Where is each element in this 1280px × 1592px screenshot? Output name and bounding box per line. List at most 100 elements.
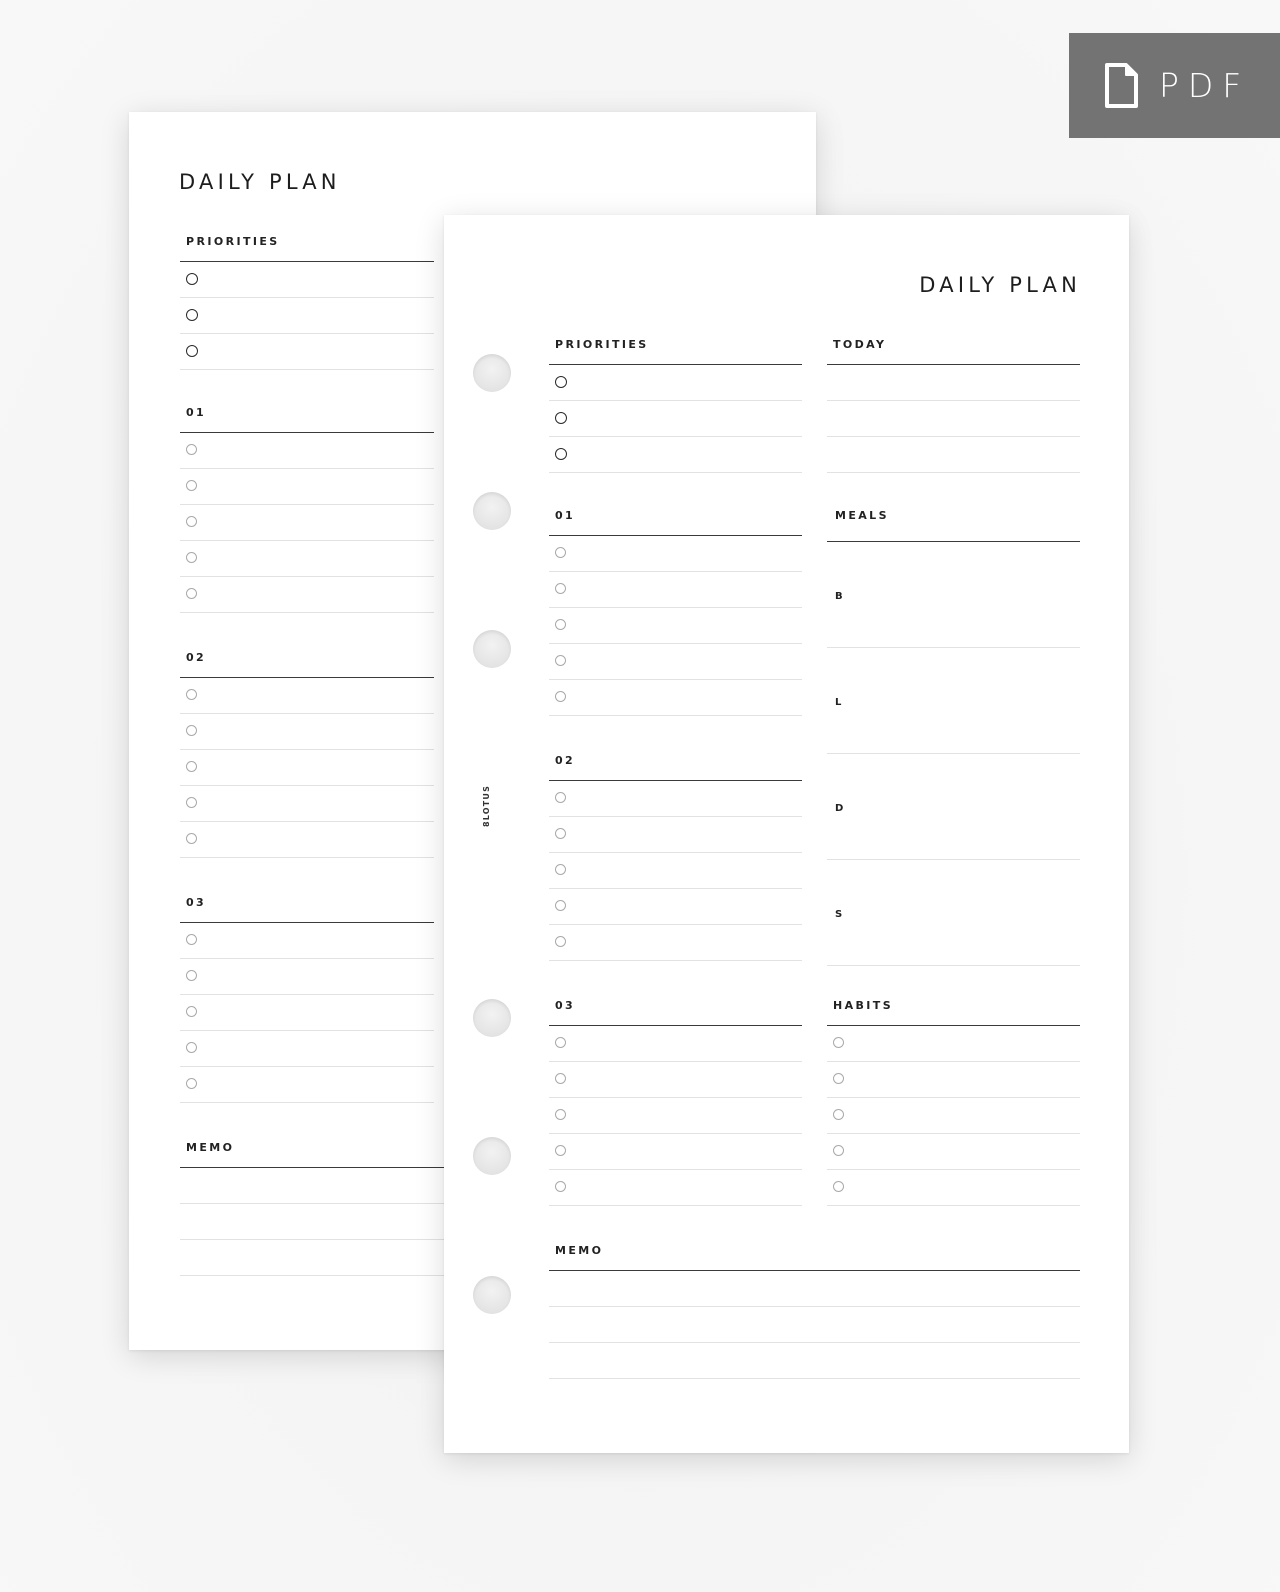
list-row[interactable] [180, 958, 434, 994]
checkbox-circle-icon[interactable] [186, 725, 197, 736]
checkbox-circle-icon[interactable] [555, 376, 567, 388]
checkbox-circle-icon[interactable] [555, 1037, 566, 1048]
list-row[interactable] [827, 1061, 1080, 1097]
list-row[interactable] [180, 432, 434, 468]
checkbox-circle-icon[interactable] [555, 691, 566, 702]
checkbox-circle-icon[interactable] [555, 936, 566, 947]
list-row[interactable] [180, 785, 434, 821]
row-line [827, 1205, 1080, 1206]
list-row[interactable] [827, 436, 1080, 472]
list-row[interactable] [549, 364, 802, 400]
checkbox-circle-icon[interactable] [186, 970, 197, 981]
list-row[interactable] [180, 333, 434, 369]
checkbox-circle-icon[interactable] [555, 792, 566, 803]
checkbox-circle-icon[interactable] [186, 689, 197, 700]
list-row[interactable] [827, 364, 1080, 400]
list-row[interactable] [549, 436, 802, 472]
checkbox-circle-icon[interactable] [555, 655, 566, 666]
checkbox-circle-icon[interactable] [555, 448, 567, 460]
checkbox-circle-icon[interactable] [186, 273, 198, 285]
list-row[interactable] [180, 677, 434, 713]
list-row[interactable] [549, 535, 802, 571]
checkbox-circle-icon[interactable] [555, 547, 566, 558]
list-row[interactable] [549, 1133, 802, 1169]
list-row[interactable] [549, 643, 802, 679]
list-row[interactable] [180, 713, 434, 749]
list-row[interactable] [549, 780, 802, 816]
checkbox-circle-icon[interactable] [186, 1006, 197, 1017]
checkbox-circle-icon[interactable] [555, 412, 567, 424]
checkbox-circle-icon[interactable] [833, 1145, 844, 1156]
list-row[interactable] [180, 297, 434, 333]
checkbox-circle-icon[interactable] [555, 1145, 566, 1156]
list-row[interactable] [827, 1025, 1080, 1061]
list-row[interactable] [549, 888, 802, 924]
checkbox-circle-icon[interactable] [833, 1073, 844, 1084]
list-row[interactable] [180, 1066, 434, 1102]
checkbox-circle-icon[interactable] [555, 1109, 566, 1120]
list-row[interactable] [549, 400, 802, 436]
checkbox-circle-icon[interactable] [186, 552, 197, 563]
checkbox-circle-icon[interactable] [186, 444, 197, 455]
checkbox-circle-icon[interactable] [186, 761, 197, 772]
meal-field-b[interactable]: B [827, 541, 1080, 647]
checkbox-circle-icon[interactable] [555, 1073, 566, 1084]
list-row[interactable] [549, 1061, 802, 1097]
list-row[interactable] [549, 571, 802, 607]
checkbox-circle-icon[interactable] [186, 833, 197, 844]
meal-field-d[interactable]: D [827, 753, 1080, 859]
list-row[interactable] [549, 607, 802, 643]
list-row[interactable] [827, 1097, 1080, 1133]
list-row[interactable] [180, 922, 434, 958]
list-row[interactable] [827, 400, 1080, 436]
checkbox-circle-icon[interactable] [186, 309, 198, 321]
list-row[interactable] [827, 1133, 1080, 1169]
list-row[interactable] [549, 852, 802, 888]
list-row[interactable] [549, 924, 802, 960]
checkbox-circle-icon[interactable] [555, 828, 566, 839]
section-label-priorities: PRIORITIES [186, 235, 280, 248]
list-row[interactable] [549, 1169, 802, 1205]
checkbox-circle-icon[interactable] [186, 1078, 197, 1089]
list-row[interactable] [180, 540, 434, 576]
list-row[interactable] [549, 816, 802, 852]
checkbox-circle-icon[interactable] [186, 1042, 197, 1053]
checkbox-circle-icon[interactable] [555, 864, 566, 875]
list-row[interactable] [827, 1169, 1080, 1205]
list-row[interactable] [549, 1270, 1080, 1306]
punch-hole [473, 354, 511, 392]
list-row[interactable] [549, 1097, 802, 1133]
list-row[interactable] [180, 576, 434, 612]
section-label-01: 01 [555, 509, 576, 522]
list-row[interactable] [549, 1025, 802, 1061]
list-row[interactable] [180, 994, 434, 1030]
meal-field-s[interactable]: S [827, 859, 1080, 965]
checkbox-circle-icon[interactable] [186, 345, 198, 357]
checkbox-circle-icon[interactable] [186, 588, 197, 599]
section-label-memo: MEMO [555, 1244, 604, 1257]
checkbox-circle-icon[interactable] [186, 934, 197, 945]
checkbox-circle-icon[interactable] [555, 583, 566, 594]
checkbox-circle-icon[interactable] [555, 1181, 566, 1192]
row-line [180, 857, 434, 858]
list-row[interactable] [549, 679, 802, 715]
list-row[interactable] [180, 504, 434, 540]
checkbox-circle-icon[interactable] [833, 1181, 844, 1192]
checkbox-circle-icon[interactable] [186, 797, 197, 808]
meal-field-l[interactable]: L [827, 647, 1080, 753]
list-row[interactable] [549, 1342, 1080, 1378]
list-row[interactable] [180, 1030, 434, 1066]
row-line [549, 1205, 802, 1206]
list-row[interactable] [549, 1306, 1080, 1342]
list-row[interactable] [180, 468, 434, 504]
checkbox-circle-icon[interactable] [555, 619, 566, 630]
list-row[interactable] [180, 261, 434, 297]
checkbox-circle-icon[interactable] [833, 1109, 844, 1120]
list-row[interactable] [180, 749, 434, 785]
checkbox-circle-icon[interactable] [186, 480, 197, 491]
checkbox-circle-icon[interactable] [186, 516, 197, 527]
checkbox-circle-icon[interactable] [833, 1037, 844, 1048]
list-row[interactable] [180, 821, 434, 857]
row-line [549, 472, 802, 473]
checkbox-circle-icon[interactable] [555, 900, 566, 911]
